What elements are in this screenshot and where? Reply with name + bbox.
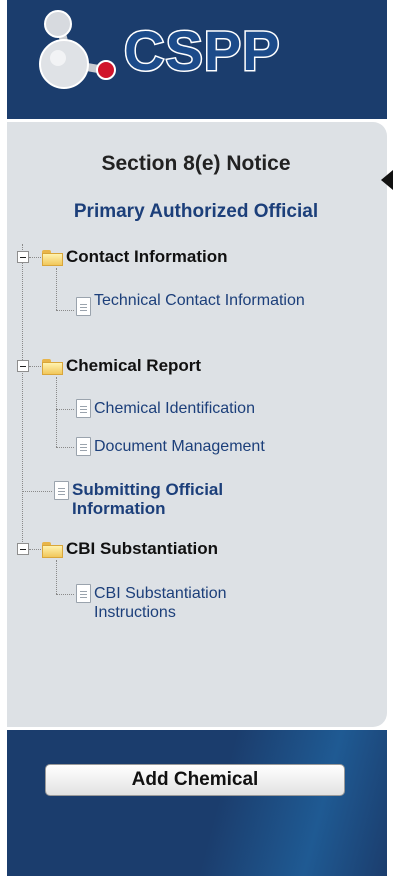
document-icon (76, 437, 91, 456)
tree-item-submitting-official-information[interactable]: Submitting Official Information (72, 480, 302, 518)
tree-connector (29, 549, 41, 550)
collapse-toggle-icon[interactable] (17, 251, 29, 263)
tree-folder-contact-information[interactable]: Contact Information (66, 247, 228, 267)
tree-connector (56, 377, 57, 447)
tree-connector (22, 491, 52, 492)
tree-item-technical-contact-information[interactable]: Technical Contact Information (94, 291, 314, 310)
document-icon (76, 399, 91, 418)
document-icon (76, 584, 91, 603)
tree-item-chemical-identification[interactable]: Chemical Identification (94, 399, 255, 418)
tree-connector (56, 268, 57, 310)
tree-connector (22, 244, 23, 548)
add-chemical-button[interactable]: Add Chemical (45, 764, 345, 796)
tree-connector (56, 560, 57, 594)
folder-icon (42, 542, 63, 558)
folder-icon (42, 250, 63, 266)
folder-icon (42, 359, 63, 375)
tree-connector (56, 310, 74, 311)
tree-connector (29, 257, 41, 258)
tree-item-document-management[interactable]: Document Management (94, 437, 265, 456)
document-icon (76, 297, 91, 316)
tree-folder-chemical-report[interactable]: Chemical Report (66, 356, 201, 376)
tree-connector (56, 409, 74, 410)
tree-connector (56, 594, 74, 595)
tree-folder-cbi-substantiation[interactable]: CBI Substantiation (66, 539, 218, 559)
tree-connector (56, 447, 74, 448)
tree-connector (29, 366, 41, 367)
tree-item-cbi-substantiation-instructions[interactable]: CBI Substantiation Instructions (94, 584, 294, 622)
document-icon (54, 481, 69, 500)
collapse-toggle-icon[interactable] (17, 543, 29, 555)
footer-bar (7, 730, 387, 876)
collapse-toggle-icon[interactable] (17, 360, 29, 372)
